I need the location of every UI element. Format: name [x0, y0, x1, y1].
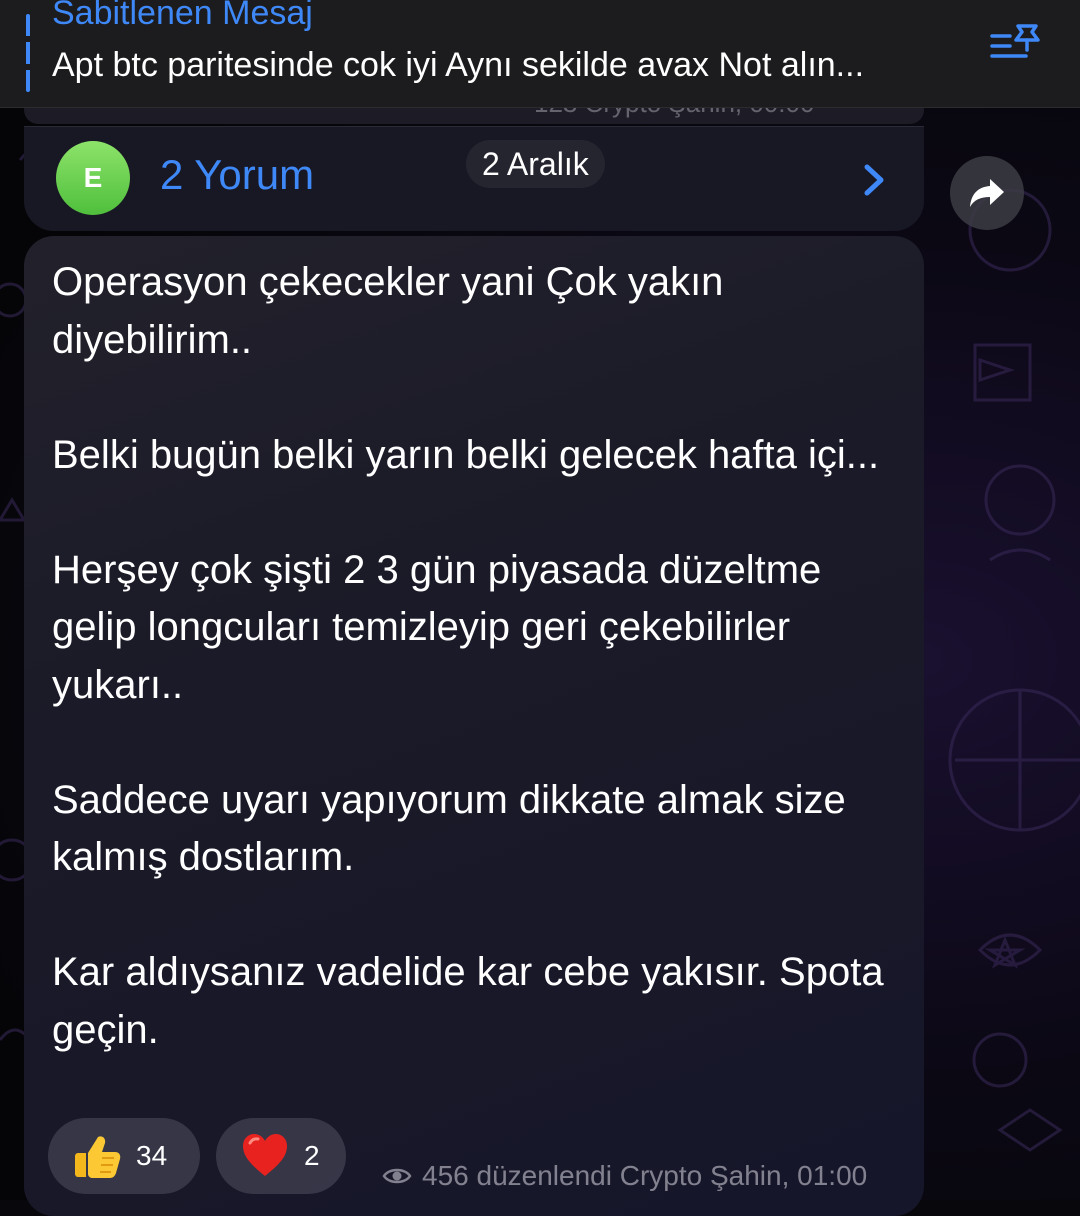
reaction-heart[interactable]: 2 — [216, 1118, 346, 1194]
thumbs-up-icon — [75, 1136, 121, 1178]
forward-arrow-icon — [970, 179, 1004, 207]
commenter-avatar: E — [56, 141, 130, 215]
views-eye-icon — [382, 1168, 412, 1184]
pinned-list-icon[interactable] — [988, 22, 1044, 66]
message-text: Operasyon çekecekler yani Çok yakın diye… — [52, 254, 912, 1059]
pinned-text: Apt btc paritesinde cok iyi Aynı sekilde… — [52, 46, 865, 84]
edited-author-time: düzenlendi Crypto Şahin, 01:00 — [476, 1160, 868, 1191]
forward-button[interactable] — [950, 156, 1024, 230]
chevron-right-icon[interactable] — [860, 163, 888, 197]
date-chip: 2 Aralık — [466, 140, 605, 188]
message-paragraph: Operasyon çekecekler yani Çok yakın diye… — [52, 260, 724, 362]
message-bubble[interactable]: Operasyon çekecekler yani Çok yakın diye… — [24, 236, 924, 1216]
message-paragraph: Herşey çok şişti 2 3 gün piyasada düzelt… — [52, 547, 822, 707]
reaction-count: 34 — [136, 1140, 168, 1171]
red-heart-icon — [243, 1134, 287, 1176]
comments-count-label[interactable]: 2 Yorum — [160, 151, 314, 199]
reaction-thumbs-up[interactable]: 34 — [48, 1118, 200, 1194]
pinned-message-bar[interactable]: Sabitlenen Mesaj Apt btc paritesinde cok… — [0, 0, 1080, 108]
message-paragraph: Saddece uyarı yapıyorum dikkate almak si… — [52, 777, 846, 880]
pinned-accent-line — [26, 14, 30, 92]
views-count: 456 — [422, 1160, 469, 1191]
reaction-count: 2 — [304, 1140, 320, 1171]
message-paragraph: Kar aldıysanız vadelide kar cebe yakısır… — [52, 950, 884, 1052]
message-paragraph: Belki bugün belki yarın belki gelecek ha… — [52, 432, 880, 477]
pinned-title: Sabitlenen Mesaj — [52, 0, 313, 32]
message-footer: 456 düzenlendi Crypto Şahin, 01:00 — [382, 1160, 867, 1192]
